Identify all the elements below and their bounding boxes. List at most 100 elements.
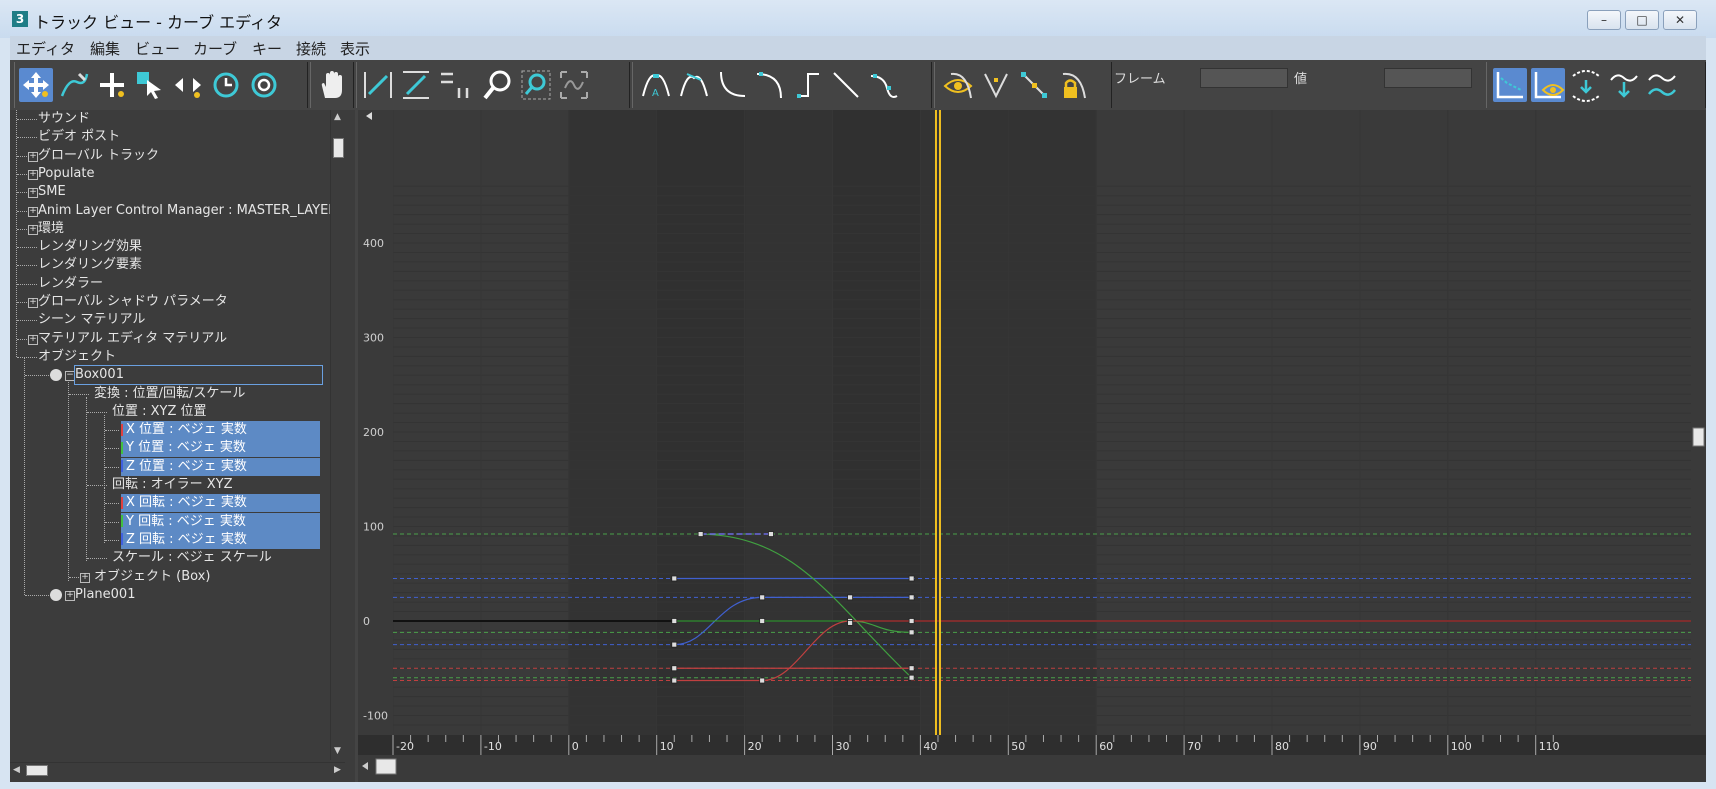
menu-show[interactable]: 表示 bbox=[340, 38, 370, 59]
scroll-left-icon[interactable]: ◀ bbox=[13, 765, 20, 775]
set-tangents-auto-button[interactable]: A bbox=[639, 68, 673, 102]
show-keyable-button[interactable] bbox=[1569, 68, 1603, 102]
show-tangents-button[interactable] bbox=[941, 68, 975, 102]
tree-item[interactable]: X 回転 : ベジェ 実数 bbox=[121, 494, 320, 513]
key-point bbox=[908, 665, 915, 672]
tangent-auto-icon: A bbox=[642, 74, 670, 99]
expand-toggle-icon[interactable]: + bbox=[28, 151, 38, 162]
set-tangents-smooth-button[interactable] bbox=[867, 68, 901, 102]
scroll-right-icon[interactable]: ▶ bbox=[334, 765, 341, 775]
menu-view[interactable]: ビュー bbox=[135, 38, 180, 59]
show-all-tangents-button[interactable] bbox=[1531, 68, 1565, 102]
region-keys-button[interactable] bbox=[133, 68, 167, 102]
ease-curve-icon bbox=[1648, 74, 1676, 96]
expand-toggle-icon[interactable]: + bbox=[28, 206, 38, 217]
tree-item[interactable]: SME bbox=[38, 183, 66, 201]
menu-keys[interactable]: キー bbox=[252, 38, 282, 59]
set-tangents-custom-button[interactable] bbox=[677, 68, 711, 102]
tree-item[interactable]: 環境 bbox=[38, 220, 64, 238]
tree-item[interactable]: サウンド bbox=[38, 110, 90, 128]
menu-edit[interactable]: 編集 bbox=[90, 38, 120, 59]
curve-graph-canvas[interactable]: 4003002001000-100-20 -10 0 10 20 30 40 50 60 70 80… bbox=[358, 110, 1706, 782]
scroll-up-icon[interactable]: ▲ bbox=[334, 112, 341, 122]
minimize-button[interactable]: – bbox=[1587, 10, 1621, 30]
tree-connector bbox=[17, 265, 37, 267]
set-tangents-step-button[interactable] bbox=[791, 68, 825, 102]
tree-item[interactable]: 変換 : 位置/回転/スケール bbox=[94, 385, 245, 403]
expand-toggle-icon[interactable]: + bbox=[65, 590, 75, 601]
tree-item[interactable]: Y 回転 : ベジェ 実数 bbox=[121, 512, 320, 531]
tree-item[interactable]: グローバル シャドウ パラメータ bbox=[38, 293, 228, 311]
tree-item[interactable]: Anim Layer Control Manager : MASTER_LAYE… bbox=[38, 202, 345, 220]
menu-editor[interactable]: エディタ bbox=[16, 38, 75, 59]
tree-item[interactable]: Z 位置 : ベジェ 実数 bbox=[121, 457, 320, 476]
expand-toggle-icon[interactable]: + bbox=[28, 188, 38, 199]
menu-tangents[interactable]: 接続 bbox=[296, 38, 326, 59]
tree-item[interactable]: X 位置 : ベジェ 実数 bbox=[121, 421, 320, 440]
tree-item[interactable]: シーン マテリアル bbox=[38, 311, 145, 329]
tree-item[interactable]: Z 回転 : ベジェ 実数 bbox=[121, 530, 320, 549]
value-field[interactable] bbox=[1384, 68, 1472, 88]
scroll-down-icon[interactable]: ▼ bbox=[334, 746, 341, 756]
tree-item[interactable]: 位置 : XYZ 位置 bbox=[112, 403, 207, 421]
menu-curves[interactable]: カーブ bbox=[193, 38, 237, 59]
tree-item[interactable]: Populate bbox=[38, 165, 95, 183]
expand-toggle-icon[interactable]: + bbox=[80, 572, 90, 583]
frame-selection-button[interactable] bbox=[437, 68, 471, 102]
tree-item[interactable]: レンダラー bbox=[38, 275, 103, 293]
filter-button[interactable] bbox=[1493, 68, 1527, 102]
key-point bbox=[847, 619, 853, 626]
add-keys-button[interactable] bbox=[95, 68, 129, 102]
pan-button[interactable] bbox=[315, 68, 349, 102]
lock-tangents-button[interactable] bbox=[1055, 68, 1089, 102]
expand-toggle-icon[interactable]: + bbox=[28, 224, 38, 235]
tree-item[interactable]: Plane001 bbox=[75, 586, 135, 604]
maximize-button[interactable]: □ bbox=[1625, 10, 1659, 30]
tree-item[interactable]: オブジェクト (Box) bbox=[94, 568, 210, 586]
tangent-linear-icon bbox=[833, 72, 859, 98]
tree-hscroll-thumb[interactable] bbox=[26, 765, 48, 776]
tree-connector bbox=[87, 411, 107, 413]
tree-vertical-scrollbar[interactable]: ▲ ▼ bbox=[330, 110, 346, 760]
frame-field[interactable] bbox=[1200, 68, 1288, 88]
break-tangents-button[interactable] bbox=[979, 68, 1013, 102]
set-tangents-fast-button[interactable] bbox=[715, 68, 749, 102]
tree-scroll-thumb[interactable] bbox=[333, 138, 344, 158]
isolate-curve-button[interactable] bbox=[557, 68, 591, 102]
tree-guide-line bbox=[86, 396, 87, 562]
tree-item[interactable]: Box001 bbox=[74, 365, 323, 386]
tree-item[interactable]: グローバル トラック bbox=[38, 147, 159, 165]
scale-values-button[interactable] bbox=[247, 68, 281, 102]
expand-toggle-icon[interactable]: + bbox=[28, 334, 38, 345]
zoom-horizontal-extents-icon bbox=[364, 72, 392, 98]
draw-curves-button[interactable] bbox=[57, 68, 91, 102]
tree-item[interactable]: マテリアル エディタ マテリアル bbox=[38, 330, 227, 348]
frame-value-extents-button[interactable] bbox=[399, 68, 433, 102]
tree-horizontal-scrollbar[interactable]: ◀ ▶ bbox=[10, 762, 345, 778]
expand-toggle-icon[interactable]: + bbox=[28, 169, 38, 180]
move-keys-button[interactable] bbox=[19, 68, 53, 102]
set-tangents-linear-button[interactable] bbox=[829, 68, 863, 102]
tree-item[interactable]: レンダリング要素 bbox=[38, 256, 142, 274]
curve-graph[interactable]: 400 300 200 100 0 -100 -20 -10 0 10 20 30 40 50 60 70 80… bbox=[358, 110, 1706, 782]
tree-item[interactable]: スケール : ベジェ スケール bbox=[112, 549, 272, 567]
tree-item[interactable]: レンダリング効果 bbox=[38, 238, 142, 256]
expand-toggle-icon[interactable]: − bbox=[65, 371, 75, 382]
unify-tangents-button[interactable] bbox=[1017, 68, 1051, 102]
scale-keys-time-button[interactable] bbox=[209, 68, 243, 102]
tree-item[interactable]: オブジェクト bbox=[38, 348, 116, 366]
set-tangents-slow-button[interactable] bbox=[753, 68, 787, 102]
curve-editor-window: 3 トラック ビュー - カーブ エディタ – □ ✕ エディタ 編集 ビュー … bbox=[0, 0, 1716, 789]
slide-keys-button[interactable] bbox=[171, 68, 205, 102]
frame-horizontal-extents-button[interactable] bbox=[361, 68, 395, 102]
expand-toggle-icon[interactable]: + bbox=[28, 298, 38, 308]
time-tick-label: -10 bbox=[484, 740, 502, 753]
zoom-button[interactable] bbox=[481, 68, 515, 102]
ease-curve-button[interactable] bbox=[1645, 68, 1679, 102]
tree-item[interactable]: 回転 : オイラー XYZ bbox=[112, 476, 233, 494]
tree-item[interactable]: ビデオ ポスト bbox=[38, 128, 120, 146]
parameter-out-of-range-button[interactable] bbox=[1607, 68, 1641, 102]
close-button[interactable]: ✕ bbox=[1663, 10, 1697, 30]
zoom-region-button[interactable] bbox=[519, 68, 553, 102]
tree-item[interactable]: Y 位置 : ベジェ 実数 bbox=[121, 439, 320, 458]
